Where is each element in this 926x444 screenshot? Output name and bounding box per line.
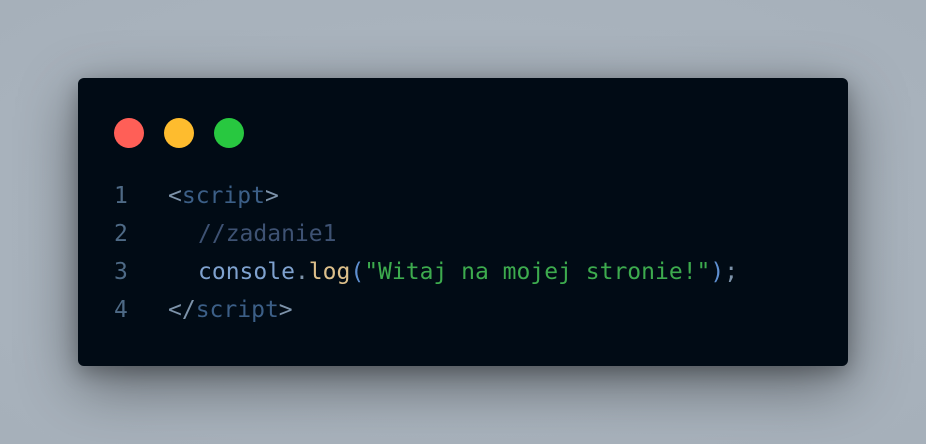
code-method: log [308, 259, 351, 285]
tag-open-bracket: </ [168, 297, 196, 323]
tag-name: script [195, 297, 279, 323]
line-number: 3 [114, 259, 128, 285]
code-line-3: 3 console.log("Witaj na mojej stronie!")… [114, 253, 738, 291]
tag-name: script [181, 183, 265, 209]
code-paren-close: ) [710, 259, 725, 285]
code-string: "Witaj na mojej stronie!" [364, 259, 711, 285]
line-number: 2 [114, 221, 128, 247]
line-number: 4 [114, 297, 128, 323]
code-window: 1 <script> 2 //zadanie1 3 console.log("W… [78, 78, 848, 366]
code-dot-operator: . [294, 259, 309, 285]
code-comment: //zadanie1 [198, 221, 337, 247]
tag-close-bracket: > [264, 183, 279, 209]
code-object: console [198, 259, 295, 285]
maximize-dot-icon[interactable] [214, 118, 244, 148]
line-number: 1 [114, 183, 128, 209]
code-line-1: 1 <script> [114, 177, 738, 215]
code-line-4: 4 </script> [114, 291, 738, 329]
code-semicolon: ; [724, 259, 739, 285]
code-line-2: 2 //zadanie1 [114, 215, 738, 253]
code-paren-open: ( [350, 259, 365, 285]
tag-open-bracket: < [168, 183, 182, 209]
minimize-dot-icon[interactable] [164, 118, 194, 148]
tag-close-bracket: > [278, 297, 293, 323]
window-controls [114, 118, 244, 148]
code-block: 1 <script> 2 //zadanie1 3 console.log("W… [114, 177, 738, 329]
close-dot-icon[interactable] [114, 118, 144, 148]
